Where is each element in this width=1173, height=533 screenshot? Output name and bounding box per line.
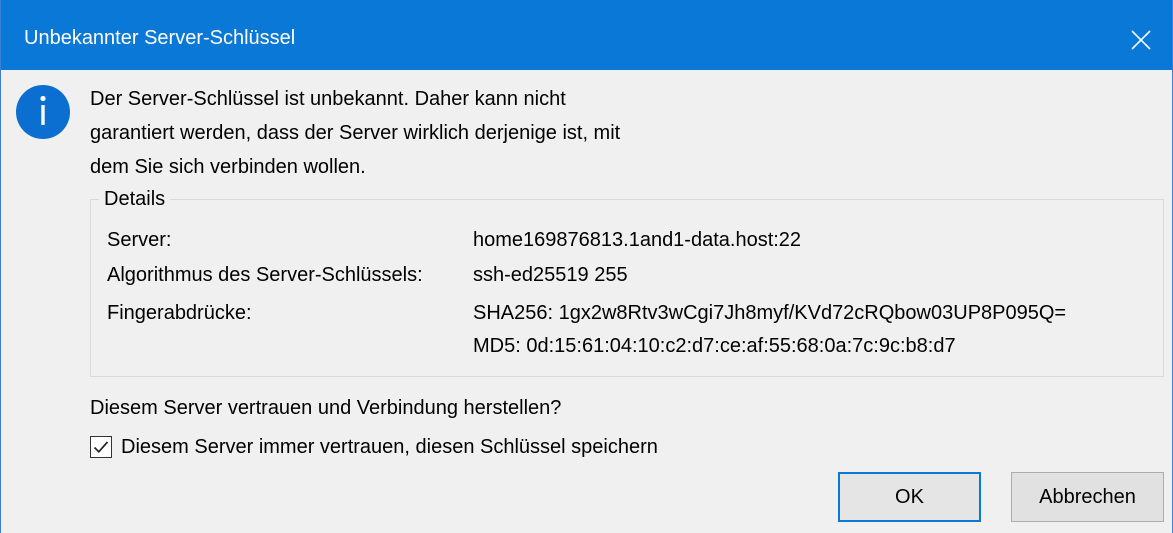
- algorithm-label: Algorithmus des Server-Schlüssels:: [107, 264, 423, 286]
- message-line: Der Server-Schlüssel ist unbekannt. Dahe…: [90, 88, 566, 110]
- server-label: Server:: [107, 229, 172, 251]
- fingerprint-md5: MD5: 0d:15:61:04:10:c2:d7:ce:af:55:68:0a…: [473, 335, 956, 357]
- ok-button[interactable]: OK: [838, 472, 981, 522]
- always-trust-checkbox[interactable]: Diesem Server immer vertrauen, diesen Sc…: [90, 432, 658, 462]
- algorithm-value: ssh-ed25519 255: [473, 264, 628, 286]
- message-line: dem Sie sich verbinden wollen.: [90, 156, 366, 178]
- details-legend: Details: [99, 187, 171, 211]
- checkbox-box[interactable]: [90, 436, 112, 458]
- cancel-button[interactable]: Abbrechen: [1011, 472, 1164, 522]
- window-title: Unbekannter Server-Schlüssel: [24, 27, 296, 49]
- info-icon: [16, 85, 70, 139]
- dialog-window: Unbekannter Server-Schlüssel Der Server-…: [0, 0, 1173, 533]
- message-line: garantiert werden, dass der Server wirkl…: [90, 122, 621, 144]
- server-value: home169876813.1and1-data.host:22: [473, 229, 802, 251]
- close-icon: [1131, 30, 1151, 50]
- checkbox-label[interactable]: Diesem Server immer vertrauen, diesen Sc…: [121, 434, 658, 460]
- title-bar: Unbekannter Server-Schlüssel: [1, 0, 1172, 70]
- fingerprint-sha256: SHA256: 1gx2w8Rtv3wCgi7Jh8myf/KVd72cRQbo…: [473, 302, 1067, 324]
- fingerprints-label: Fingerabdrücke:: [107, 302, 252, 324]
- trust-question: Diesem Server vertrauen und Verbindung h…: [90, 397, 562, 419]
- message-text: Der Server-Schlüssel ist unbekannt. Dahe…: [90, 82, 770, 184]
- checkmark-icon: [93, 441, 109, 454]
- details-groupbox: Details Server: home169876813.1and1-data…: [90, 187, 1164, 377]
- close-button[interactable]: [1110, 10, 1172, 70]
